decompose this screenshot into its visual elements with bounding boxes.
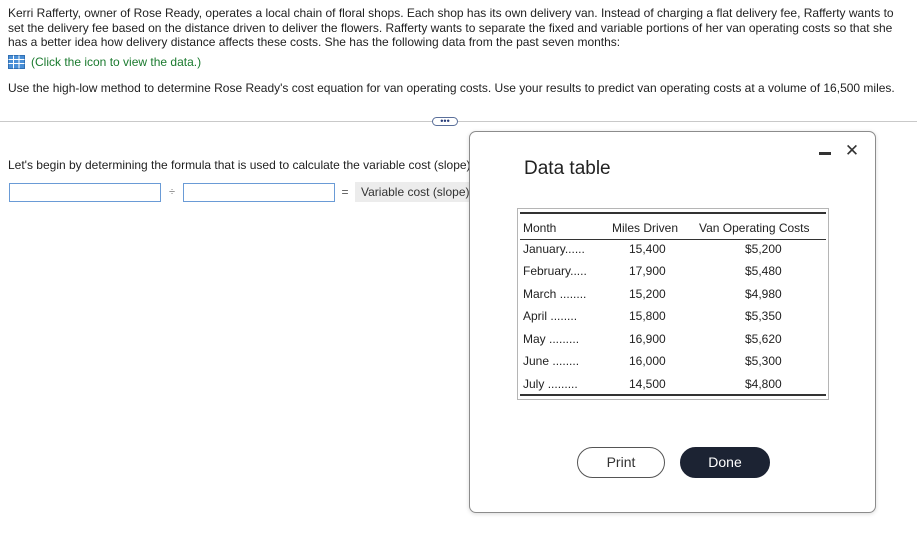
denominator-input[interactable]: [183, 182, 335, 202]
table-row: May ......... 16,900 $5,620: [518, 332, 828, 352]
row-miles: 16,000: [629, 354, 666, 368]
row-miles: 15,800: [629, 309, 666, 323]
row-month: January......: [523, 242, 585, 256]
divide-operator: ÷: [168, 186, 176, 198]
row-cost: $4,980: [745, 287, 782, 301]
problem-statement: Kerri Rafferty, owner of Rose Ready, ope…: [8, 6, 894, 49]
row-cost: $5,480: [745, 264, 782, 278]
header-van-operating-costs: Van Operating Costs: [699, 221, 810, 235]
row-month: July .........: [523, 377, 578, 391]
instruction-text: Use the high-low method to determine Ros…: [8, 81, 895, 95]
close-icon[interactable]: ✕: [844, 142, 860, 159]
row-miles: 15,200: [629, 287, 666, 301]
row-miles: 16,900: [629, 332, 666, 346]
table-top-rule: [520, 212, 826, 214]
row-month: February.....: [523, 264, 587, 278]
print-button[interactable]: Print: [577, 447, 665, 478]
minimize-icon[interactable]: [819, 152, 831, 155]
row-miles: 14,500: [629, 377, 666, 391]
section-divider: [0, 121, 917, 122]
view-data-link-text[interactable]: (Click the icon to view the data.): [31, 55, 201, 69]
numerator-input[interactable]: [9, 182, 161, 202]
data-table: Month Miles Driven Van Operating Costs J…: [517, 208, 829, 400]
dialog-title: Data table: [524, 158, 611, 179]
row-month: April ........: [523, 309, 578, 323]
table-row: June ........ 16,000 $5,300: [518, 354, 828, 374]
step-prompt: Let's begin by determining the formula t…: [8, 158, 474, 172]
expand-more-button[interactable]: •••: [432, 117, 458, 126]
table-row: January...... 15,400 $5,200: [518, 242, 828, 262]
row-cost: $5,350: [745, 309, 782, 323]
header-rule: [520, 239, 826, 240]
table-row: March ........ 15,200 $4,980: [518, 287, 828, 307]
table-bottom-rule: [520, 394, 826, 396]
row-cost: $5,620: [745, 332, 782, 346]
equals-sign: =: [341, 185, 349, 199]
table-row: February..... 17,900 $5,480: [518, 264, 828, 284]
header-miles-driven: Miles Driven: [612, 221, 679, 235]
row-miles: 15,400: [629, 242, 666, 256]
variable-cost-label: Variable cost (slope): [355, 182, 476, 202]
row-cost: $4,800: [745, 377, 782, 391]
view-data-link[interactable]: (Click the icon to view the data.): [8, 54, 201, 70]
row-cost: $5,300: [745, 354, 782, 368]
header-month: Month: [523, 221, 557, 235]
data-table-dialog: Data table ✕ Month Miles Driven Van Oper…: [469, 131, 876, 513]
row-miles: 17,900: [629, 264, 666, 278]
table-row: April ........ 15,800 $5,350: [518, 309, 828, 329]
row-month: March ........: [523, 287, 587, 301]
row-month: June ........: [523, 354, 580, 368]
slope-formula: ÷ = Variable cost (slope): [9, 182, 476, 202]
row-cost: $5,200: [745, 242, 782, 256]
done-button[interactable]: Done: [680, 447, 770, 478]
table-grid-icon[interactable]: [8, 55, 25, 69]
row-month: May .........: [523, 332, 580, 346]
